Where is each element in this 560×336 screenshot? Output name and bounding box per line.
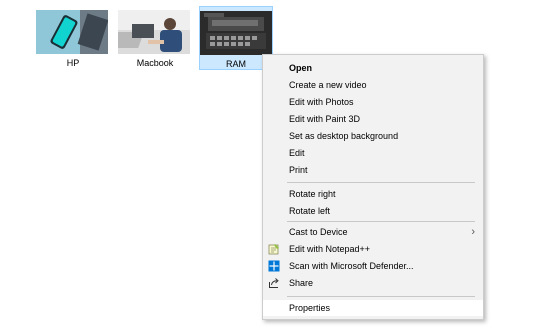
menu-item-properties[interactable]: Properties bbox=[263, 300, 483, 316]
menu-item-scan-defender[interactable]: Scan with Microsoft Defender... bbox=[263, 258, 483, 274]
menu-item-label: Properties bbox=[289, 303, 331, 313]
hp-thumbnail bbox=[36, 10, 108, 54]
menu-separator bbox=[287, 221, 475, 222]
file-name: Macbook bbox=[136, 58, 174, 68]
menu-item-label: Rotate right bbox=[289, 189, 336, 199]
menu-item-edit-notepadpp[interactable]: Edit with Notepad++ bbox=[263, 241, 483, 257]
menu-separator bbox=[287, 182, 475, 183]
menu-item-edit[interactable]: Edit bbox=[263, 145, 483, 161]
menu-item-label: Print bbox=[289, 165, 308, 175]
ram-thumbnail bbox=[200, 11, 272, 55]
menu-item-share[interactable]: Share bbox=[263, 275, 483, 291]
file-tile-hp[interactable]: HP bbox=[36, 6, 110, 70]
macbook-thumbnail bbox=[118, 10, 190, 54]
menu-separator bbox=[287, 296, 475, 297]
menu-item-label: Edit with Notepad++ bbox=[289, 244, 371, 254]
file-name: HP bbox=[66, 58, 80, 68]
menu-item-open[interactable]: Open bbox=[263, 60, 483, 76]
notepadpp-icon bbox=[268, 243, 280, 255]
menu-item-label: Cast to Device bbox=[289, 227, 348, 237]
menu-item-label: Open bbox=[289, 63, 313, 73]
menu-item-label: Share bbox=[289, 278, 314, 288]
menu-item-rotate-left[interactable]: Rotate left bbox=[263, 203, 483, 219]
defender-icon bbox=[268, 260, 280, 272]
file-tile-macbook[interactable]: Macbook bbox=[118, 6, 192, 70]
share-icon bbox=[268, 277, 280, 289]
menu-item-set-background[interactable]: Set as desktop background bbox=[263, 128, 483, 144]
menu-item-edit-photos[interactable]: Edit with Photos bbox=[263, 94, 483, 110]
chevron-right-icon: › bbox=[471, 226, 475, 238]
menu-item-label: Edit with Photos bbox=[289, 97, 354, 107]
menu-item-label: Edit bbox=[289, 148, 305, 158]
menu-item-cast-to-device[interactable]: Cast to Device › bbox=[263, 224, 483, 240]
menu-item-label: Scan with Microsoft Defender... bbox=[289, 261, 414, 271]
menu-item-label: Rotate left bbox=[289, 206, 331, 216]
menu-item-label: Edit with Paint 3D bbox=[289, 114, 361, 124]
menu-item-edit-paint3d[interactable]: Edit with Paint 3D bbox=[263, 111, 483, 127]
menu-item-print[interactable]: Print bbox=[263, 162, 483, 178]
menu-item-label: Set as desktop background bbox=[289, 131, 399, 141]
menu-item-rotate-right[interactable]: Rotate right bbox=[263, 186, 483, 202]
context-menu: Open Create a new video Edit with Photos… bbox=[262, 54, 484, 320]
menu-item-label: Create a new video bbox=[289, 80, 367, 90]
menu-item-create-video[interactable]: Create a new video bbox=[263, 77, 483, 93]
